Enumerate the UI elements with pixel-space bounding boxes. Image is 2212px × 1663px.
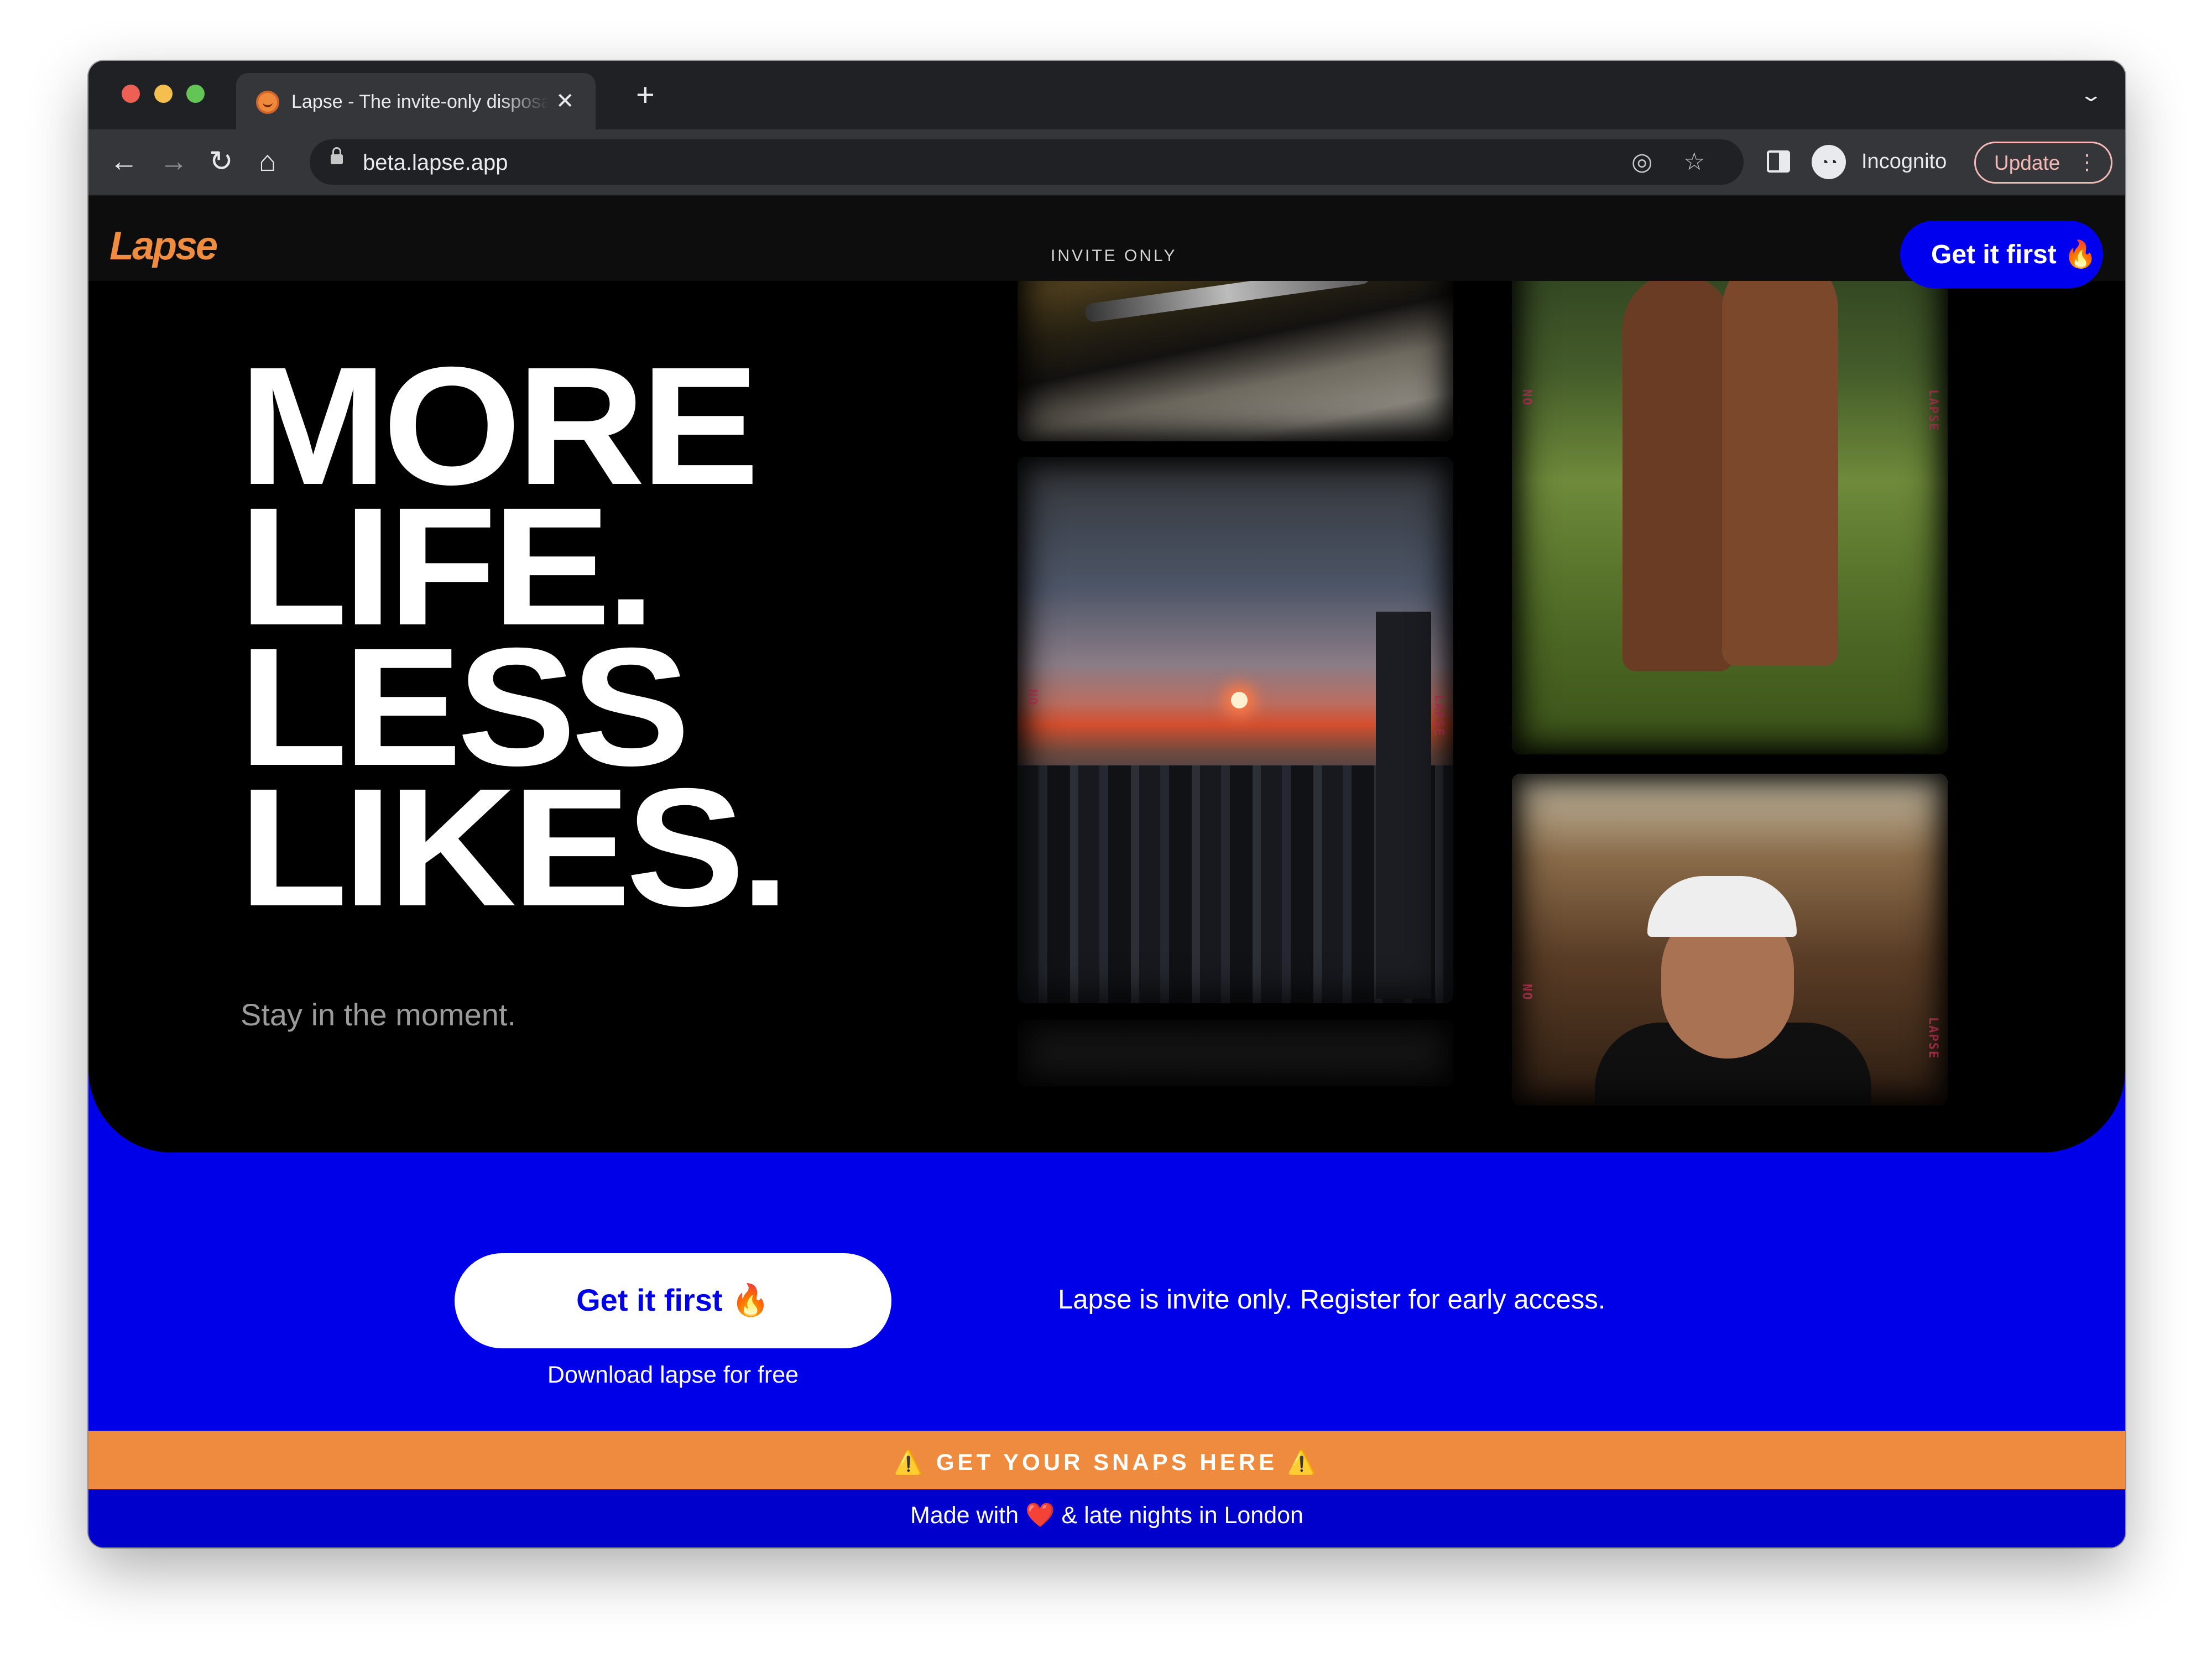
- reload-icon[interactable]: ↻: [209, 145, 233, 178]
- person-left: [1623, 273, 1733, 671]
- invite-info-text: Lapse is invite only. Register for early…: [1058, 1285, 1606, 1315]
- kebab-menu-icon[interactable]: ⋮: [2077, 150, 2098, 175]
- incognito-icon[interactable]: ◔◔: [1812, 145, 1846, 179]
- city-skyline: [1018, 765, 1453, 1003]
- update-label: Update: [1994, 152, 2060, 174]
- photo-city-sunset: NO LAPSE: [1018, 457, 1453, 1003]
- header-get-it-first-button[interactable]: Get it first 🔥: [1900, 221, 2103, 288]
- web-page: Lapse INVITE ONLY MORE LIFE. LESS LIKES.…: [88, 196, 2125, 1547]
- footer-bar: Made with ❤️ & late nights in London: [88, 1489, 2125, 1547]
- man-face: [1661, 904, 1794, 1059]
- man-shirt: [1595, 1023, 1871, 1106]
- photo-man-in-bar: NO LAPSE: [1512, 774, 1948, 1106]
- download-subtext: Download lapse for free: [547, 1362, 799, 1388]
- star-icon[interactable]: ☆: [1683, 147, 1705, 177]
- hero-headline: MORE LIFE. LESS LIKES.: [239, 342, 790, 932]
- back-arrow-icon[interactable]: ←: [109, 145, 138, 178]
- hero-section: Lapse INVITE ONLY MORE LIFE. LESS LIKES.…: [88, 196, 2125, 1153]
- update-button[interactable]: Update ⋮: [1974, 142, 2112, 184]
- footer-text: Made with ❤️ & late nights in London: [910, 1502, 1303, 1529]
- hero-tagline: Stay in the moment.: [241, 997, 517, 1032]
- side-panel-icon[interactable]: [1767, 150, 1790, 173]
- film-tag: LAPSE: [1926, 1017, 1940, 1060]
- maximize-window-button[interactable]: [186, 85, 205, 103]
- film-tag: NO: [1025, 689, 1039, 706]
- cta-button-label: Get it first 🔥: [576, 1283, 770, 1317]
- photo-partial: [1018, 1020, 1453, 1086]
- person-right: [1722, 251, 1838, 666]
- man-cap: [1647, 876, 1797, 937]
- tower-building: [1376, 612, 1431, 999]
- headline-line: LIKES.: [239, 754, 790, 941]
- sun: [1231, 692, 1248, 708]
- snaps-banner[interactable]: ⚠️ GET YOUR SNAPS HERE ⚠️: [88, 1431, 2125, 1493]
- site-header: Lapse INVITE ONLY: [88, 196, 2125, 281]
- film-tag: LAPSE: [1432, 695, 1446, 737]
- tab-title: Lapse - The invite-only disposable camer…: [291, 91, 549, 112]
- film-tag: NO: [1520, 389, 1533, 406]
- favicon-icon: [256, 91, 279, 114]
- banner-text: ⚠️ GET YOUR SNAPS HERE ⚠️: [894, 1449, 1320, 1475]
- browser-tab[interactable]: Lapse - The invite-only disposable camer…: [236, 73, 596, 129]
- eye-off-icon[interactable]: ◎: [1631, 147, 1652, 177]
- url-text[interactable]: beta.lapse.app: [363, 150, 508, 175]
- address-bar[interactable]: beta.lapse.app ◎ ☆: [310, 139, 1744, 185]
- photo-friends-park: NO LAPSE: [1512, 207, 1948, 754]
- browser-window: Lapse - The invite-only disposable camer…: [88, 61, 2125, 1547]
- close-window-button[interactable]: [122, 85, 140, 103]
- tab-strip: Lapse - The invite-only disposable camer…: [88, 61, 2125, 129]
- home-icon[interactable]: ⌂: [259, 145, 276, 178]
- header-cta-label: Get it first 🔥: [1931, 240, 2097, 269]
- film-tag: NO: [1520, 984, 1533, 1001]
- close-icon[interactable]: ✕: [556, 87, 575, 115]
- incognito-label[interactable]: Incognito: [1861, 150, 1947, 174]
- minimize-window-button[interactable]: [154, 85, 173, 103]
- get-it-first-button[interactable]: Get it first 🔥: [455, 1253, 891, 1348]
- lock-icon[interactable]: [331, 147, 343, 164]
- chevron-down-icon[interactable]: ⌄: [2079, 84, 2103, 106]
- plus-icon[interactable]: +: [636, 79, 655, 111]
- forward-arrow-icon[interactable]: →: [159, 145, 188, 178]
- browser-toolbar: ← → ↻ ⌂ beta.lapse.app ◎ ☆ ◔◔ Incognito …: [88, 129, 2125, 196]
- lapse-logo[interactable]: Lapse: [109, 223, 218, 269]
- film-tag: LAPSE: [1926, 389, 1940, 432]
- invite-only-label: INVITE ONLY: [1051, 247, 1177, 265]
